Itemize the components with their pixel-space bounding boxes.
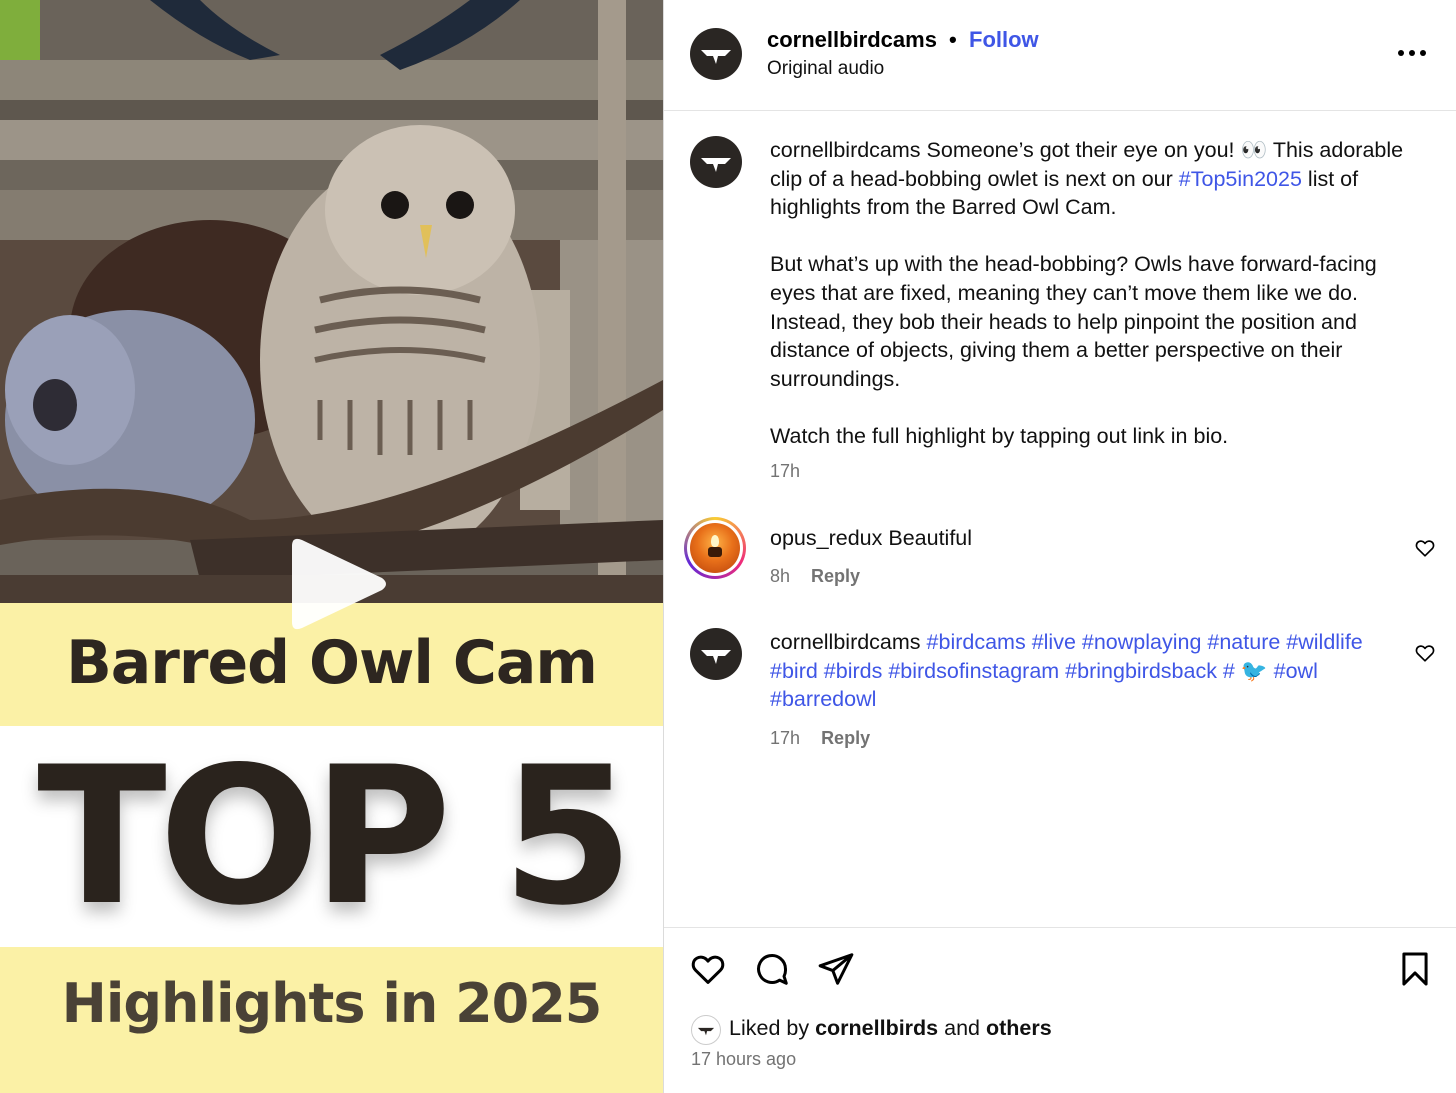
caption-username[interactable]: cornellbirdcams	[770, 138, 921, 162]
video-title: Barred Owl Cam	[66, 628, 598, 698]
commenter-avatar[interactable]	[690, 628, 742, 680]
bookmark-icon[interactable]	[1396, 950, 1434, 993]
likes-summary: Liked by cornellbirds and others	[729, 1016, 1052, 1041]
header-divider	[664, 110, 1456, 111]
avatar[interactable]	[690, 28, 742, 80]
likes-prefix: Liked by	[729, 1016, 810, 1040]
video-subtitle: Highlights in 2025	[61, 972, 603, 1035]
comment-icon[interactable]	[753, 950, 791, 993]
follow-button[interactable]: Follow	[969, 27, 1039, 53]
caption-paragraph-last: Watch the full highlight by tapping out …	[770, 423, 1229, 448]
reply-button[interactable]: Reply	[811, 566, 860, 586]
actions-divider	[664, 927, 1456, 928]
video-headline: TOP 5	[37, 726, 634, 947]
likes-middle: and	[944, 1016, 980, 1040]
video-player[interactable]: Barred Owl Cam TOP 5 Highlights in 2025	[0, 0, 663, 1093]
header-username[interactable]: cornellbirdcams	[767, 27, 937, 53]
panel-divider	[663, 0, 664, 1093]
commenter-avatar[interactable]	[684, 517, 746, 579]
audio-label[interactable]: Original audio	[767, 58, 884, 80]
comment-timestamp: 8h	[770, 566, 791, 586]
heart-icon[interactable]	[689, 950, 727, 993]
caption-timestamp: 17h	[770, 461, 801, 481]
post-time-ago: 17 hours ago	[691, 1049, 797, 1069]
comment-heart-icon[interactable]	[1414, 537, 1436, 559]
caption-avatar[interactable]	[690, 136, 742, 188]
likes-others[interactable]: others	[986, 1016, 1052, 1040]
caption-hashtag[interactable]: #Top5in2025	[1179, 167, 1302, 191]
play-icon[interactable]	[286, 532, 390, 636]
post-caption: cornellbirdcams Someone’s got their eye …	[770, 136, 1410, 451]
reply-button[interactable]: Reply	[821, 728, 870, 748]
comment-meta: 17h Reply	[770, 728, 870, 749]
comment-username[interactable]: cornellbirdcams	[770, 630, 921, 654]
comment-meta: 8h Reply	[770, 566, 860, 587]
comment: opus_redux Beautiful	[770, 524, 1390, 553]
caption-paragraph: But what’s up with the head-bobbing? Owl…	[770, 252, 1377, 391]
more-icon[interactable]	[1396, 38, 1428, 68]
comment-text: Beautiful	[888, 526, 973, 550]
likes-user[interactable]: cornellbirds	[815, 1016, 938, 1040]
bird-emoji: 🐦	[1240, 658, 1268, 683]
header-separator: •	[949, 27, 957, 52]
liker-avatar[interactable]	[691, 1015, 721, 1045]
share-icon[interactable]	[817, 950, 855, 993]
comment-heart-icon[interactable]	[1414, 642, 1436, 664]
comment-timestamp: 17h	[770, 728, 801, 748]
owl-video-frame	[0, 0, 663, 603]
comment: cornellbirdcams #birdcams #live #nowplay…	[770, 628, 1390, 714]
comment-username[interactable]: opus_redux	[770, 526, 882, 550]
